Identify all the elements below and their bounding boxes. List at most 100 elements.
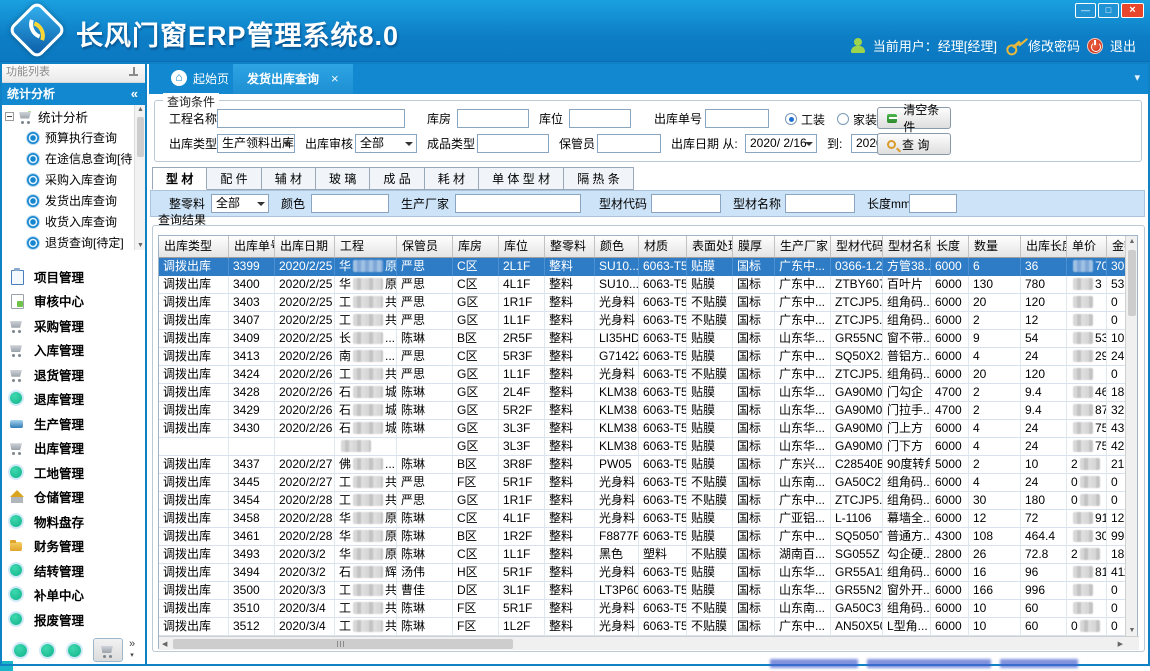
scroll-left-icon[interactable]: ◀ xyxy=(162,640,167,648)
sidebar-item-结转管理[interactable]: 结转管理 xyxy=(0,558,145,583)
sidebar-item-入库管理[interactable]: 入库管理 xyxy=(0,338,145,363)
tree-item[interactable]: 在途信息查询[待 xyxy=(0,148,145,169)
scroll-up-icon[interactable]: ▲ xyxy=(1129,238,1136,245)
pin-icon[interactable] xyxy=(129,67,138,78)
out-type-select[interactable]: 生产领料出库 xyxy=(217,134,295,153)
tree-root[interactable]: 统计分析 xyxy=(0,105,145,127)
column-header[interactable]: 出库长度 xyxy=(1021,236,1067,258)
tree-expander-icon[interactable] xyxy=(5,112,14,121)
sidebar-item-出库管理[interactable]: 出库管理 xyxy=(0,436,145,461)
tree-item[interactable]: 发货出库查询 xyxy=(0,190,145,211)
maximize-button[interactable]: □ xyxy=(1098,3,1119,18)
column-header[interactable]: 出库类型 xyxy=(159,236,229,258)
section-header[interactable]: 统计分析 « xyxy=(0,83,145,105)
table-row[interactable]: 调拨出库34932020/3/2华原...陈琳C区1L1F整料黑色塑料不贴膜国标… xyxy=(159,546,1127,564)
table-row[interactable]: 调拨出库34582020/2/28华原...陈琳C区4L1F整料光身料6063-… xyxy=(159,510,1127,528)
sidebar-item-退货管理[interactable]: 退货管理 xyxy=(0,362,145,387)
column-header[interactable]: 库位 xyxy=(499,236,545,258)
tab-home[interactable]: ⌂ 起始页 xyxy=(161,62,239,94)
scroll-thumb[interactable] xyxy=(137,117,144,157)
column-header[interactable]: 库房 xyxy=(453,236,499,258)
audit-select[interactable]: 全部 xyxy=(355,134,417,153)
change-password-link[interactable]: 修改密码 xyxy=(1028,36,1080,55)
material-tab[interactable]: 型 材 xyxy=(152,167,207,190)
column-header[interactable]: 材质 xyxy=(639,236,687,258)
table-row[interactable]: 调拨出库35102020/3/4工共工程陈琳F区5R1F整料光身料6063-T5… xyxy=(159,600,1127,618)
radio-jiazhuang[interactable]: 家装 xyxy=(837,109,877,129)
scroll-right-icon[interactable]: ▶ xyxy=(1118,640,1123,648)
column-header[interactable]: 型材名称 xyxy=(883,236,931,258)
tree-item[interactable]: 预算执行查询 xyxy=(0,127,145,148)
sidebar-item-退库管理[interactable]: 退库管理 xyxy=(0,387,145,412)
sidebar-item-项目管理[interactable]: 项目管理 xyxy=(0,264,145,289)
length-input[interactable] xyxy=(909,194,957,213)
scroll-thumb[interactable] xyxy=(1128,250,1136,316)
table-row[interactable]: 调拨出库34072020/2/25工共工程严思G区1L1F整料光身料6063-T… xyxy=(159,312,1127,330)
logout-link[interactable]: 退出 xyxy=(1110,36,1136,55)
scroll-down-icon[interactable]: ▼ xyxy=(1129,627,1136,634)
table-row[interactable]: 调拨出库34942020/3/2石辉城汤伟H区5R1F整料光身料6063-T5贴… xyxy=(159,564,1127,582)
menu-dot-icon[interactable] xyxy=(41,644,54,657)
table-row[interactable]: 调拨出库34132020/2/26南...严思C区5R3F整料G71422606… xyxy=(159,348,1127,366)
minimize-button[interactable]: — xyxy=(1075,3,1096,18)
tree-item[interactable]: 退货查询[待定] xyxy=(0,232,145,250)
table-row[interactable]: 调拨出库34242020/2/26工共工程严思G区1L1F整料光身料6063-T… xyxy=(159,366,1127,384)
tab-shipment-query[interactable]: 发货出库查询 × xyxy=(233,62,353,94)
tab-close-icon[interactable]: × xyxy=(331,71,339,86)
table-row[interactable]: 调拨出库34032020/2/25工共工程严思G区1R1F整料光身料6063-T… xyxy=(159,294,1127,312)
product-type-input[interactable] xyxy=(477,134,549,153)
scroll-thumb[interactable] xyxy=(173,639,513,649)
column-header[interactable]: 单价 xyxy=(1067,236,1107,258)
column-header[interactable]: 金额 xyxy=(1107,236,1127,258)
material-tab[interactable]: 耗 材 xyxy=(425,167,479,190)
maker-input[interactable] xyxy=(455,194,581,213)
sidebar-item-财务管理[interactable]: 财务管理 xyxy=(0,534,145,559)
table-row[interactable]: 调拨出库35002020/3/3工共工程曹佳D区3L1F整料LT3P606063… xyxy=(159,582,1127,600)
sidebar-item-工地管理[interactable]: 工地管理 xyxy=(0,460,145,485)
table-row[interactable]: 调拨出库33992020/2/25华原...严思C区2L1F整料SU10...6… xyxy=(159,258,1127,276)
warehouse-input[interactable] xyxy=(457,109,529,128)
order-no-input[interactable] xyxy=(705,109,769,128)
collapse-icon[interactable]: « xyxy=(131,83,138,105)
cart-toolbar-button[interactable] xyxy=(93,638,123,662)
project-name-input[interactable] xyxy=(217,109,405,128)
table-row[interactable]: G区3L3F整料KLM38176063-T5贴膜国标山东华...GA90M09.… xyxy=(159,438,1127,456)
tree-vertical-scrollbar[interactable]: ▲ ▼ xyxy=(134,105,145,250)
table-row[interactable]: 调拨出库34292020/2/26石城陈琳G区5R2F整料KLM38176063… xyxy=(159,402,1127,420)
sidebar-item-仓储管理[interactable]: 仓储管理 xyxy=(0,485,145,510)
column-header[interactable]: 生产厂家 xyxy=(775,236,831,258)
grid-vertical-scrollbar[interactable]: ▲ ▼ xyxy=(1125,236,1137,636)
color-input[interactable] xyxy=(311,194,389,213)
column-header[interactable]: 整零料 xyxy=(545,236,595,258)
table-row[interactable]: 调拨出库34302020/2/26石城陈琳G区3L3F整料KLM38176063… xyxy=(159,420,1127,438)
profile-code-input[interactable] xyxy=(651,194,721,213)
material-tab[interactable]: 隔 热 条 xyxy=(564,167,634,190)
material-tab[interactable]: 配 件 xyxy=(207,167,261,190)
column-header[interactable]: 工程 xyxy=(335,236,397,258)
column-header[interactable]: 膜厚 xyxy=(733,236,775,258)
material-tab[interactable]: 玻 璃 xyxy=(316,167,370,190)
location-input[interactable] xyxy=(569,109,631,128)
table-row[interactable]: 调拨出库34092020/2/25长...陈琳B区2R5F整料LI35HD606… xyxy=(159,330,1127,348)
material-tab[interactable]: 辅 材 xyxy=(262,167,316,190)
sidebar-item-物料盘存[interactable]: 物料盘存 xyxy=(0,509,145,534)
table-row[interactable]: 调拨出库34282020/2/26石城陈琳G区2L4F整料KLM38176063… xyxy=(159,384,1127,402)
column-header[interactable]: 表面处理 xyxy=(687,236,733,258)
menu-dot-icon[interactable] xyxy=(68,644,81,657)
column-header[interactable]: 颜色 xyxy=(595,236,639,258)
scroll-up-icon[interactable]: ▲ xyxy=(137,106,144,113)
table-row[interactable]: 调拨出库34542020/2/28工共工程严思G区1R1F整料光身料6063-T… xyxy=(159,492,1127,510)
tab-list-dropdown-icon[interactable]: ▾ xyxy=(1134,71,1140,84)
close-button[interactable]: × xyxy=(1121,3,1144,18)
material-tab[interactable]: 单 体 型 材 xyxy=(479,167,564,190)
table-row[interactable]: 调拨出库34002020/2/25华原...严思C区4L1F整料SU10...6… xyxy=(159,276,1127,294)
tree-item[interactable]: 采购入库查询 xyxy=(0,169,145,190)
sidebar-item-报废管理[interactable]: 报废管理 xyxy=(0,607,145,632)
tree-item[interactable]: 收货入库查询 xyxy=(0,211,145,232)
column-header[interactable]: 出库日期 xyxy=(275,236,335,258)
table-row[interactable]: 调拨出库35122020/3/4工共工程陈琳F区1L2F整料光身料6063-T5… xyxy=(159,618,1127,636)
keeper-input[interactable] xyxy=(597,134,661,153)
radio-gongzhuang[interactable]: 工装 xyxy=(785,109,825,129)
column-header[interactable]: 保管员 xyxy=(397,236,453,258)
sidebar-item-生产管理[interactable]: 生产管理 xyxy=(0,411,145,436)
